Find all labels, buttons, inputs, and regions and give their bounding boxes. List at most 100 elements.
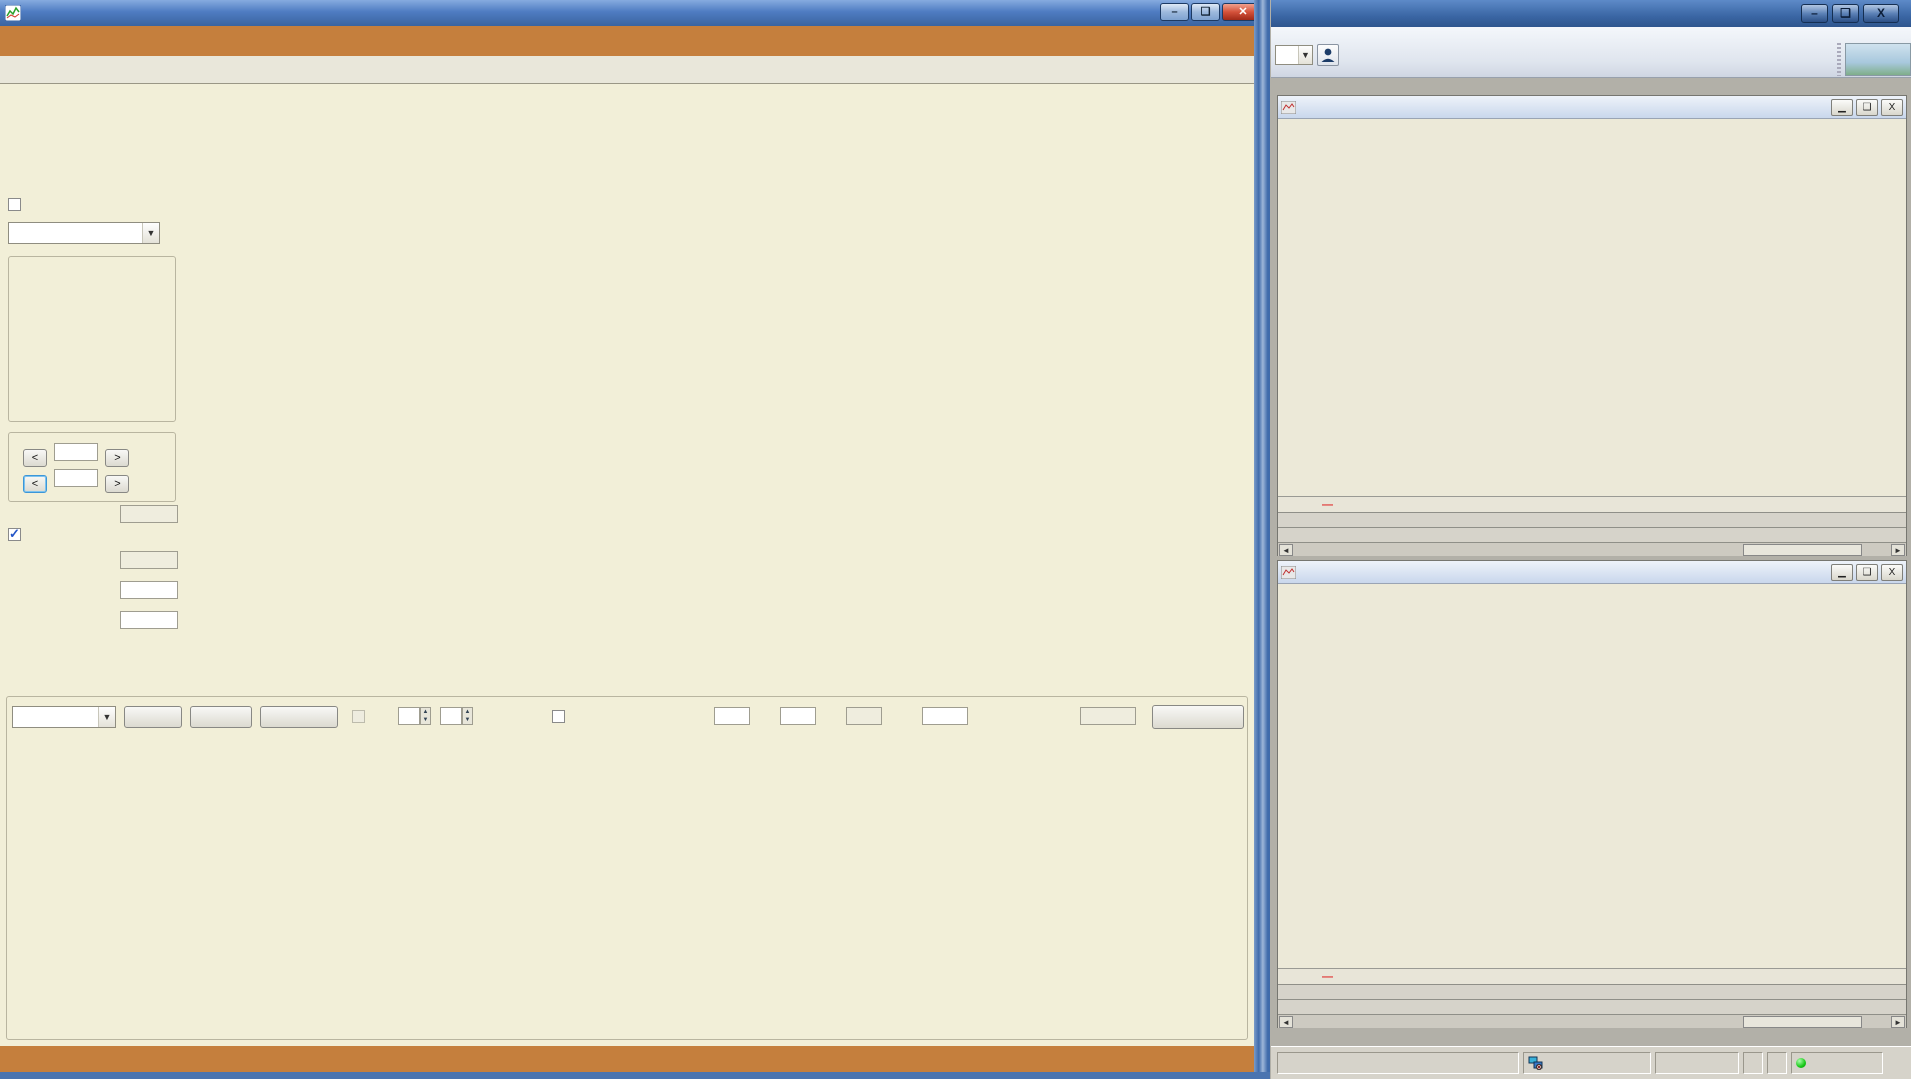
siz0-title-bar[interactable]: ▁ ❑ X (1278, 96, 1906, 119)
status-cell-empty (1277, 1052, 1519, 1074)
minimize-button[interactable]: – (1801, 4, 1828, 23)
scroll-left-icon[interactable]: ◄ (1279, 544, 1293, 556)
delete-button[interactable] (190, 706, 252, 728)
compare-strategy-row (8, 198, 27, 220)
scroll-thumb[interactable] (1742, 1016, 1863, 1028)
minimize-button[interactable]: ▁ (1831, 99, 1853, 116)
above-decrease-button[interactable]: < (23, 449, 47, 467)
riz0-title-bar[interactable]: ▁ ❑ X (1278, 561, 1906, 584)
dh-spinner-2-arrows[interactable]: ▲ ▼ (462, 707, 473, 725)
compare-strategy-checkbox[interactable] (8, 198, 21, 211)
p1-field[interactable] (922, 707, 968, 725)
below-value[interactable] (54, 469, 99, 487)
close-button[interactable]: X (1881, 99, 1903, 116)
user-button[interactable] (1317, 44, 1339, 66)
instrument-combo[interactable]: ▼ (8, 222, 160, 244)
siz0-hscrollbar[interactable]: ◄ ► (1278, 542, 1906, 556)
restore-button[interactable]: ❑ (1856, 99, 1878, 116)
portfolio-group (6, 696, 1248, 1040)
connection-cell (1523, 1052, 1651, 1074)
dh-spinner-1[interactable] (398, 707, 420, 725)
render-pct-group: < > < > (8, 432, 176, 502)
chevron-down-icon[interactable]: ▼ (1298, 46, 1312, 64)
m-checkbox[interactable] (552, 710, 565, 723)
dh-row (352, 710, 370, 732)
m-row (552, 710, 570, 732)
terminal-toolbar: ▼ (1271, 27, 1911, 78)
person-icon (1321, 48, 1335, 62)
days-count-value[interactable] (120, 611, 178, 629)
menu-bar (0, 26, 1270, 56)
chevron-down-icon[interactable]: ▼ (142, 223, 159, 243)
scroll-left-icon[interactable]: ◄ (1279, 1016, 1293, 1028)
sko-value[interactable] (120, 581, 178, 599)
close-button[interactable]: X (1863, 4, 1899, 23)
terminal-status-bar (1271, 1046, 1911, 1079)
scroll-right-icon[interactable]: ► (1891, 1016, 1905, 1028)
preset-combo[interactable]: ▼ (12, 706, 116, 728)
below-increase-button[interactable]: > (105, 475, 130, 493)
riz0-month-axis (1278, 999, 1906, 1014)
window-border-right (1254, 0, 1270, 1079)
riz0-legend: — (1278, 968, 1906, 984)
calc-go-button[interactable] (1152, 705, 1244, 729)
status-cell-empty (1655, 1052, 1739, 1074)
connected-dot-icon (1796, 1058, 1806, 1068)
v2-field[interactable] (846, 707, 882, 725)
riz0-hscrollbar[interactable]: ◄ ► (1278, 1014, 1906, 1028)
riz0-window: ▁ ❑ X — ◄ ► (1277, 560, 1907, 1028)
dh-spinner-2[interactable] (440, 707, 462, 725)
siz0-window: ▁ ❑ X — ◄ ► (1277, 95, 1907, 556)
ad-banner[interactable] (1845, 43, 1911, 76)
close-button[interactable]: X (1881, 564, 1903, 581)
p2-field[interactable] (1080, 707, 1136, 725)
chart-window-icon (1281, 565, 1296, 579)
legend-dash-icon: — (1322, 498, 1333, 511)
above-value[interactable] (54, 443, 99, 461)
terminal-title-bar[interactable]: – ❑ X (1271, 0, 1911, 27)
v1-field[interactable] (780, 707, 816, 725)
save-button[interactable] (260, 706, 338, 728)
window-border-bottom (0, 1072, 1270, 1079)
screen: – ❑ ✕ ▼ < > < > ✓ ▼ ▲ ▼ ▲ ▼ – ❑ X ▼ ▁ ❑ … (0, 0, 1911, 1079)
legend-dash-icon: — (1322, 970, 1333, 983)
title-bar[interactable]: – ❑ ✕ (0, 0, 1270, 26)
optionfvv-window: – ❑ ✕ ▼ < > < > ✓ ▼ ▲ ▼ ▲ ▼ (0, 0, 1270, 1079)
network-icon (1528, 1056, 1543, 1070)
series-toggle-group (8, 90, 214, 202)
tab-strip (0, 56, 1270, 84)
draw-what-group (8, 256, 176, 422)
grid-auto-checkbox[interactable] (8, 526, 21, 542)
app-icon (5, 5, 21, 21)
minimize-button[interactable]: ▁ (1831, 564, 1853, 581)
toolbar-combo[interactable]: ▼ (1275, 45, 1313, 65)
siz0-chart (1278, 119, 1906, 493)
maximize-button[interactable]: ❑ (1191, 3, 1220, 21)
riz0-chart (1278, 584, 1906, 965)
restore-button[interactable]: ❑ (1832, 4, 1859, 23)
above-increase-button[interactable]: > (105, 449, 130, 467)
terminal-area: – ❑ X ▼ ▁ ❑ X — ◄ ► ▁ ❑ X — ◄ ► (1271, 0, 1911, 1079)
import-button[interactable] (124, 706, 182, 728)
chevron-down-icon[interactable]: ▼ (98, 707, 115, 727)
below-decrease-button[interactable]: < (23, 475, 47, 493)
siz0-day-axis (1278, 512, 1906, 527)
chart-window-icon (1281, 100, 1296, 114)
date-cell (1791, 1052, 1883, 1074)
grid-auto-row (8, 526, 27, 550)
riz0-day-axis (1278, 984, 1906, 999)
minimize-button[interactable]: – (1160, 3, 1189, 21)
scroll-thumb[interactable] (1742, 544, 1863, 556)
grid-x-value[interactable] (120, 551, 178, 569)
scroll-right-icon[interactable]: ► (1891, 544, 1905, 556)
siz0-month-axis (1278, 527, 1906, 542)
grid-y-value[interactable] (120, 505, 178, 523)
siz0-legend: — (1278, 496, 1906, 512)
restore-button[interactable]: ❑ (1856, 564, 1878, 581)
dh-checkbox[interactable] (352, 710, 365, 723)
d-field[interactable] (714, 707, 750, 725)
dh-spinner-1-arrows[interactable]: ▲ ▼ (420, 707, 431, 725)
toolbar-separator (1837, 43, 1841, 76)
status-bar (0, 1046, 1254, 1072)
status-cell-empty (1767, 1052, 1787, 1074)
